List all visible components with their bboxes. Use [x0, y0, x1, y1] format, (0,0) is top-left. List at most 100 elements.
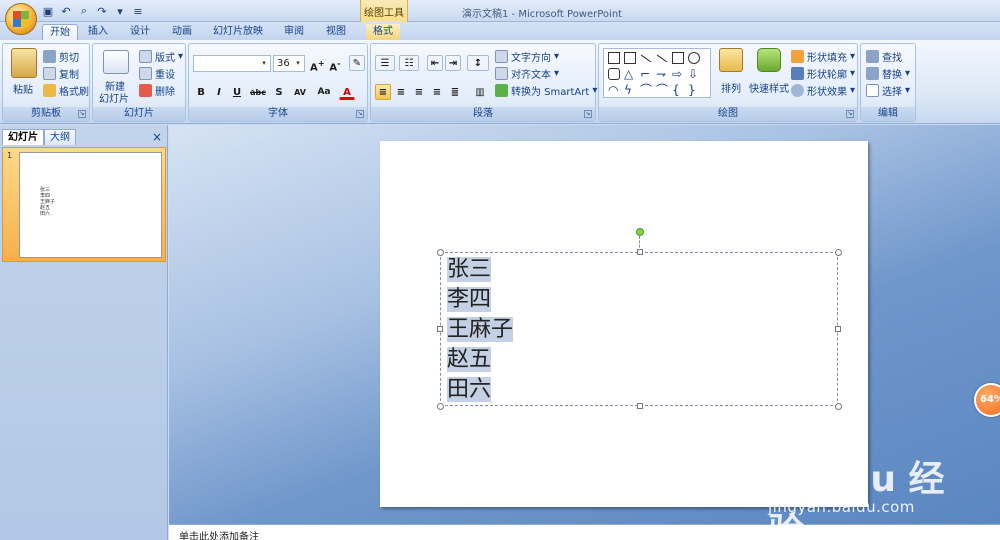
slide-thumbnail[interactable]: 张三 李四 王麻子 赵五 田六 — [19, 152, 162, 258]
justify-icon[interactable]: ≡ — [429, 84, 445, 100]
resize-handle-left[interactable] — [437, 326, 443, 332]
tab-format[interactable]: 格式 — [366, 24, 400, 40]
shapes-gallery[interactable]: △ ⌐ ⇁ ⇨ ⇩ ◠ ϟ ⌒ ⌒ { } — [603, 48, 711, 98]
cut-button[interactable]: 剪切 — [43, 49, 79, 64]
select-button[interactable]: 选择 ▾ — [866, 83, 910, 98]
tab-outline[interactable]: 大纲 — [44, 129, 76, 145]
distributed-icon[interactable]: ≣ — [447, 84, 463, 100]
shape-fill-button[interactable]: 形状填充 ▾ — [791, 49, 855, 64]
close-icon[interactable]: × — [152, 130, 162, 144]
line-spacing-icon[interactable]: ↕ — [467, 55, 489, 71]
curve-shape-icon[interactable]: ⌒ — [640, 84, 652, 96]
change-case-button[interactable]: Aa — [313, 84, 335, 100]
align-right-icon[interactable]: ≡ — [411, 84, 427, 100]
shape-effects-button[interactable]: 形状效果 ▾ — [791, 83, 855, 98]
clipboard-launcher-icon[interactable]: ↘ — [78, 110, 86, 118]
quick-styles-button[interactable]: 快速样式 — [749, 80, 789, 95]
paragraph-launcher-icon[interactable]: ↘ — [584, 110, 592, 118]
elbow-arrow-shape-icon[interactable]: ⇁ — [656, 68, 668, 80]
copy-button[interactable]: 复制 — [43, 66, 79, 81]
tab-insert[interactable]: 插入 — [82, 24, 114, 40]
tab-home[interactable]: 开始 — [42, 24, 78, 40]
align-left-icon[interactable]: ≡ — [375, 84, 391, 100]
text-line[interactable]: 田六 — [447, 375, 492, 405]
char-spacing-button[interactable]: AV — [289, 84, 311, 100]
text-line[interactable]: 李四 — [447, 285, 492, 315]
rotate-handle[interactable] — [636, 228, 644, 236]
resize-handle-right[interactable] — [835, 326, 841, 332]
font-size-combo[interactable]: 36 ▾ — [273, 55, 305, 72]
delete-button[interactable]: 删除 — [139, 83, 175, 98]
italic-button[interactable]: I — [211, 84, 227, 100]
text-direction-button[interactable]: 文字方向 ▾ — [495, 49, 559, 64]
align-text-button[interactable]: 对齐文本 ▾ — [495, 66, 559, 81]
numbering-icon[interactable]: ☷ — [399, 55, 419, 71]
text-box[interactable]: 张三 李四 王麻子 赵五 田六 — [437, 249, 842, 410]
increase-indent-icon[interactable]: ⇥ — [445, 55, 461, 71]
arrow-shape-icon[interactable] — [656, 54, 668, 63]
strikethrough-button[interactable]: abc — [247, 84, 269, 100]
new-slide-icon[interactable] — [103, 50, 129, 74]
tab-slides[interactable]: 幻灯片 — [2, 129, 44, 145]
resize-handle-bottom[interactable] — [637, 403, 643, 409]
oval-shape-icon[interactable] — [688, 52, 700, 64]
freeform-shape-icon[interactable]: ◠ — [608, 84, 620, 96]
shadow-button[interactable]: S — [271, 84, 287, 100]
find-button[interactable]: 查找 — [866, 49, 902, 64]
triangle-shape-icon[interactable]: △ — [624, 68, 636, 80]
save-icon[interactable]: ▣ — [40, 3, 56, 19]
undo-icon[interactable]: ↶ — [58, 3, 74, 19]
slide-thumbnail-selected[interactable]: 1 张三 李四 王麻子 赵五 田六 — [2, 147, 166, 262]
grow-font-icon[interactable]: A+ — [309, 55, 325, 73]
layout-button[interactable]: 版式 ▾ — [139, 49, 183, 64]
quick-styles-icon[interactable] — [757, 48, 781, 72]
tab-review[interactable]: 审阅 — [278, 24, 310, 40]
arc-shape-icon[interactable]: ⌒ — [656, 84, 668, 96]
line-shape-icon[interactable] — [640, 54, 652, 63]
rounded-rect-shape-icon[interactable] — [608, 68, 620, 80]
tab-animation[interactable]: 动画 — [166, 24, 198, 40]
reset-button[interactable]: 重设 — [139, 66, 175, 81]
resize-handle-bottom-right[interactable] — [835, 403, 842, 410]
resize-handle-top[interactable] — [637, 249, 643, 255]
shrink-font-icon[interactable]: A- — [327, 55, 343, 73]
underline-button[interactable]: U — [229, 84, 245, 100]
down-arrow-shape-icon[interactable]: ⇩ — [688, 68, 700, 80]
paste-icon[interactable] — [11, 48, 37, 78]
resize-handle-bottom-left[interactable] — [437, 403, 444, 410]
text-line[interactable]: 赵五 — [447, 345, 492, 375]
tab-view[interactable]: 视图 — [320, 24, 352, 40]
resize-handle-top-right[interactable] — [835, 249, 842, 256]
arrange-button[interactable]: 排列 — [721, 80, 741, 95]
office-button[interactable] — [5, 3, 37, 35]
elbow-connector-shape-icon[interactable]: ⌐ — [640, 68, 652, 80]
font-color-button[interactable]: A — [339, 84, 355, 100]
rectangle-shape-icon[interactable] — [672, 52, 684, 64]
find-icon[interactable]: ⌕ — [76, 3, 92, 19]
text-box-shape-icon[interactable] — [608, 52, 620, 64]
tab-slideshow[interactable]: 幻灯片放映 — [208, 24, 268, 40]
bold-button[interactable]: B — [193, 84, 209, 100]
arrange-icon[interactable] — [719, 48, 743, 72]
chevron-down-icon[interactable]: ▾ — [112, 3, 128, 19]
right-brace-shape-icon[interactable]: } — [688, 84, 700, 96]
tab-design[interactable]: 设计 — [124, 24, 156, 40]
lightning-shape-icon[interactable]: ϟ — [624, 84, 636, 96]
left-brace-shape-icon[interactable]: { — [672, 84, 684, 96]
shape-outline-button[interactable]: 形状轮廓 ▾ — [791, 66, 855, 81]
decrease-indent-icon[interactable]: ⇤ — [427, 55, 443, 71]
resize-handle-top-left[interactable] — [437, 249, 444, 256]
clear-format-icon[interactable]: ✎ — [349, 55, 365, 71]
align-center-icon[interactable]: ≡ — [393, 84, 409, 100]
vertical-text-shape-icon[interactable] — [624, 52, 636, 64]
paste-button[interactable]: 粘贴 — [13, 81, 33, 96]
bullets-icon[interactable]: ☰ — [375, 55, 395, 71]
text-line[interactable]: 王麻子 — [447, 315, 514, 345]
smartart-button[interactable]: 转换为 SmartArt ▾ — [495, 83, 597, 98]
format-painter-button[interactable]: 格式刷 — [43, 83, 89, 98]
redo-icon[interactable]: ↷ — [94, 3, 110, 19]
replace-button[interactable]: 替换 ▾ — [866, 66, 910, 81]
columns-icon[interactable]: ▥ — [469, 84, 491, 100]
font-name-combo[interactable]: ▾ — [193, 55, 271, 72]
drawing-launcher-icon[interactable]: ↘ — [846, 110, 854, 118]
